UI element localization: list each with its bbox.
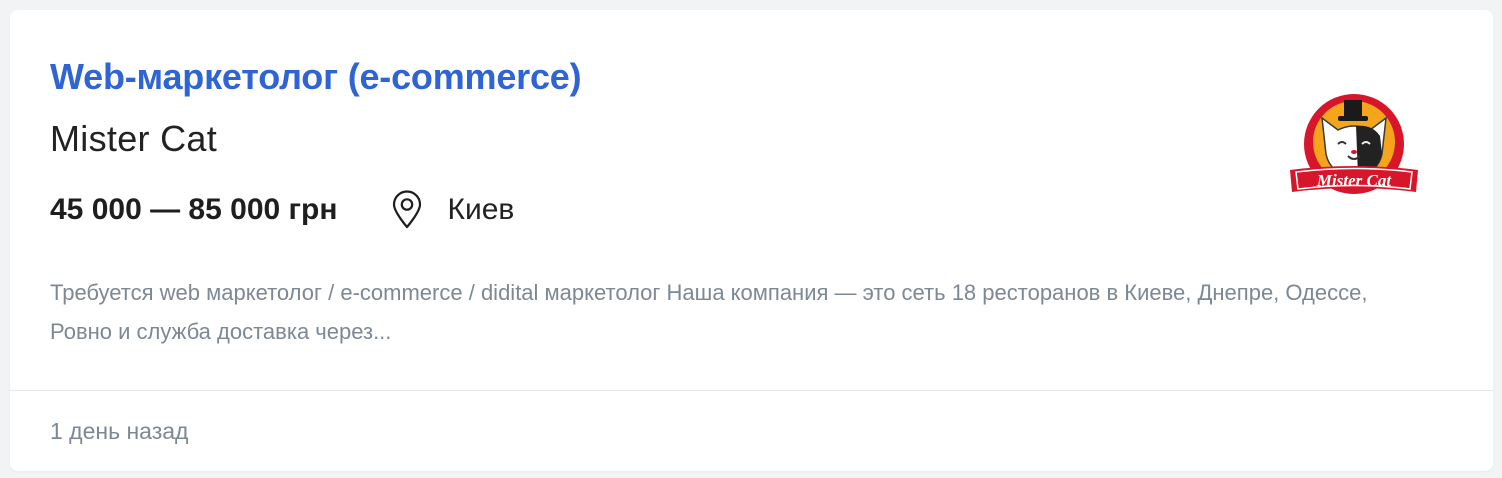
city: Киев — [447, 193, 515, 226]
vacancy-card-body: Web-маркетолог (e-commerce) Mister Cat 4… — [10, 10, 1493, 391]
logo-text: Mister Cat — [1316, 171, 1392, 190]
company-name: Mister Cat — [50, 118, 218, 159]
posted-date: 1 день назад — [50, 418, 189, 444]
salary: 45 000 — 85 000 грн — [50, 193, 338, 226]
vacancy-card[interactable]: Web-маркетолог (e-commerce) Mister Cat 4… — [10, 10, 1493, 471]
vacancy-meta: 45 000 — 85 000 грн Киев — [50, 190, 514, 230]
location-pin-icon — [393, 190, 422, 229]
vacancy-description: Требуется web маркетолог / e-commerce / … — [50, 280, 1368, 344]
vacancy-title-link[interactable]: Web-маркетолог (e-commerce) — [50, 56, 582, 98]
company-logo[interactable]: Mister Cat — [1288, 92, 1422, 204]
vacancy-card-footer: 1 день назад — [10, 391, 1493, 471]
location: Киев — [389, 190, 514, 230]
